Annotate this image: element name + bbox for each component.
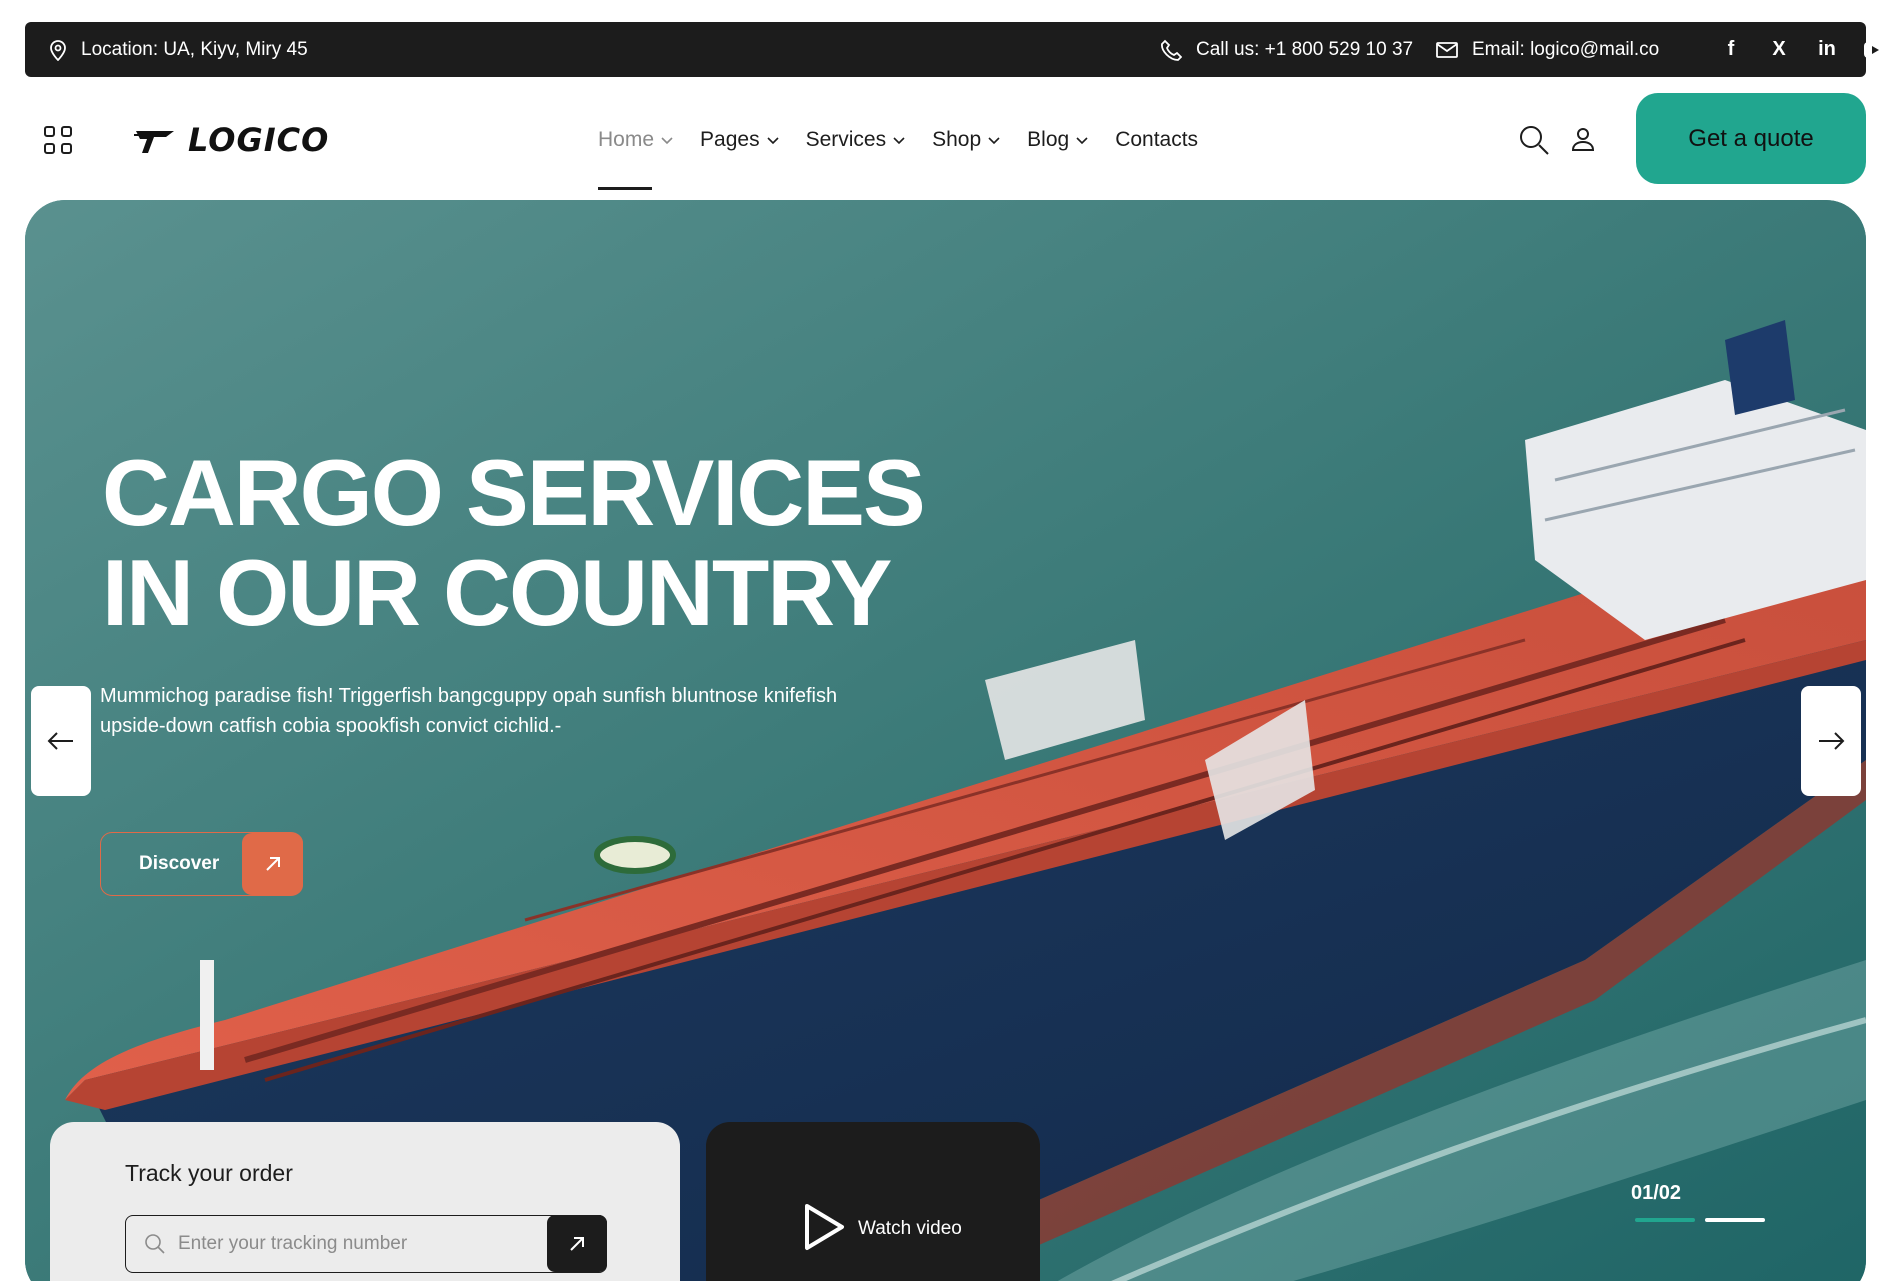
logo-mark-icon xyxy=(134,131,174,153)
hero-description: Mummichog paradise fish! Triggerfish ban… xyxy=(100,685,838,737)
hero-title-line-2: IN OUR COUNTRY xyxy=(102,540,892,645)
x-twitter-icon[interactable]: X xyxy=(1768,38,1790,61)
chevron-down-icon xyxy=(661,137,673,145)
track-order-title: Track your order xyxy=(125,1160,293,1186)
slide-pagination xyxy=(1635,1218,1765,1222)
nav-label-services: Services xyxy=(805,128,887,151)
email-info[interactable]: Email: logico@mail.co xyxy=(1436,22,1659,77)
slide-dot-2[interactable] xyxy=(1705,1218,1765,1222)
mail-icon xyxy=(1436,41,1458,58)
arrow-left-icon xyxy=(47,732,73,750)
chevron-down-icon xyxy=(893,137,905,145)
email-text[interactable]: Email: logico@mail.co xyxy=(1472,39,1659,61)
phone-info[interactable]: Call us: +1 800 529 10 37 xyxy=(1160,22,1413,77)
facebook-icon[interactable]: f xyxy=(1720,38,1742,61)
phone-icon xyxy=(1161,39,1182,61)
slide-counter: 01/02 xyxy=(1631,1182,1682,1204)
arrow-up-right-icon xyxy=(570,1236,584,1251)
location-info: Location: UA, Kiyv, Miry 45 xyxy=(49,22,308,77)
menu-grid-icon[interactable] xyxy=(44,126,72,154)
nav-item-blog[interactable]: Blog xyxy=(1027,90,1089,190)
previous-slide-button[interactable] xyxy=(31,686,91,796)
search-icon[interactable] xyxy=(1518,124,1550,156)
discover-label: Discover xyxy=(139,853,220,874)
user-icon[interactable] xyxy=(1570,126,1596,152)
watch-video-card[interactable]: Watch video xyxy=(706,1122,1040,1281)
top-info-bar: Location: UA, Kiyv, Miry 45 Call us: +1 … xyxy=(25,22,1886,77)
arrow-up-right-icon xyxy=(265,857,280,871)
linkedin-icon[interactable]: in xyxy=(1816,38,1838,61)
location-text: Location: UA, Kiyv, Miry 45 xyxy=(81,38,308,60)
nav-item-pages[interactable]: Pages xyxy=(700,90,780,190)
phone-text[interactable]: Call us: +1 800 529 10 37 xyxy=(1196,39,1413,61)
search-icon xyxy=(145,1234,165,1254)
logo[interactable]: LOGICO xyxy=(134,120,329,160)
nav-item-contacts[interactable]: Contacts xyxy=(1115,90,1198,190)
nav-item-home[interactable]: Home xyxy=(598,90,674,190)
logo-text: LOGICO xyxy=(188,121,330,159)
tracking-number-input[interactable] xyxy=(178,1224,538,1264)
hero-title: CARGO SERVICES IN OUR COUNTRY xyxy=(102,443,1002,643)
tracking-field xyxy=(125,1215,607,1273)
nav-label-shop: Shop xyxy=(932,128,982,151)
youtube-icon[interactable] xyxy=(1864,41,1886,58)
chevron-down-icon xyxy=(1076,137,1088,145)
main-navigation: Home Pages Services Shop Blog Contacts xyxy=(598,90,1198,190)
nav-item-services[interactable]: Services xyxy=(806,90,907,190)
get-quote-button[interactable]: Get a quote xyxy=(1636,93,1866,184)
hero-slider: CARGO SERVICES IN OUR COUNTRY Mummichog … xyxy=(25,200,1866,1281)
arrow-right-icon xyxy=(1819,732,1845,750)
play-icon xyxy=(805,1204,844,1250)
chevron-down-icon xyxy=(767,137,779,145)
nav-label-home: Home xyxy=(598,128,655,151)
next-slide-button[interactable] xyxy=(1801,686,1861,796)
nav-label-pages: Pages xyxy=(700,128,760,151)
track-order-card: Track your order xyxy=(50,1122,680,1281)
nav-label-blog: Blog xyxy=(1027,128,1070,151)
social-links: f X in xyxy=(1720,22,1886,77)
hero-title-line-1: CARGO SERVICES xyxy=(102,440,926,545)
main-header: LOGICO Home Pages Services Shop Blog Con… xyxy=(0,90,1891,190)
discover-button[interactable]: Discover xyxy=(100,832,303,896)
chevron-down-icon xyxy=(988,137,1000,145)
watch-video-label: Watch video xyxy=(858,1218,962,1239)
nav-item-shop[interactable]: Shop xyxy=(932,90,1001,190)
map-pin-icon xyxy=(50,39,66,61)
discover-arrow xyxy=(242,833,303,895)
slide-dot-1[interactable] xyxy=(1635,1218,1695,1222)
track-submit-button[interactable] xyxy=(547,1215,607,1272)
nav-label-contacts: Contacts xyxy=(1115,128,1199,151)
